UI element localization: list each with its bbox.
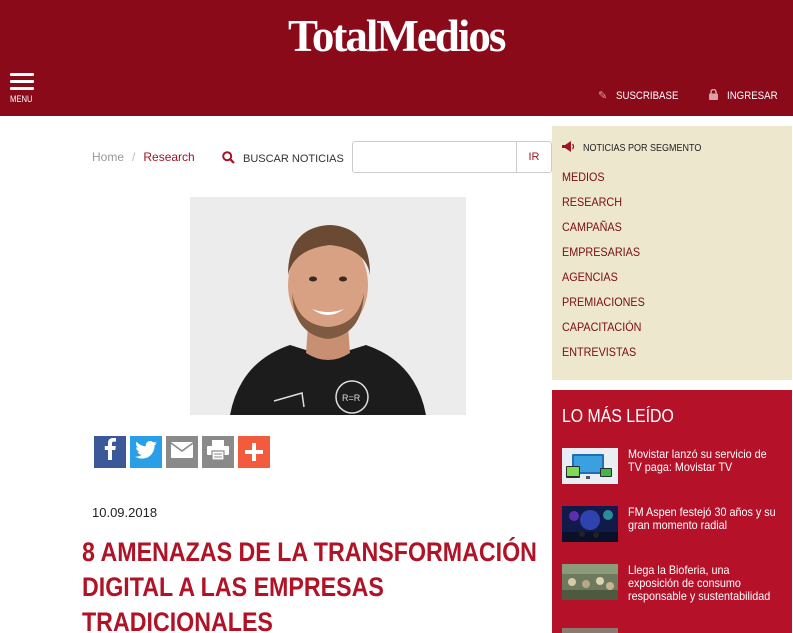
most-read-item[interactable]: Movistar lanzó su servicio de TV paga: M… [562, 448, 782, 488]
segment-item-label: EMPRESARIAS [562, 245, 641, 259]
most-read-text: Movistar lanzó su servicio de TV paga: M… [628, 447, 767, 474]
segment-item-label: CAMPAÑAS [562, 220, 622, 234]
lock-icon [709, 88, 718, 103]
article-date: 10.09.2018 [92, 505, 158, 520]
print-icon [207, 439, 229, 465]
segment-item-capacitacion[interactable]: CAPACITACIÓN [562, 318, 654, 343]
segment-item-medios[interactable]: MEDIOS [562, 168, 654, 193]
more-share-button[interactable] [238, 436, 270, 468]
site-logo[interactable]: TotalMedios [288, 14, 506, 59]
breadcrumb-home[interactable]: Home [92, 150, 124, 164]
segment-item-label: RESEARCH [562, 195, 623, 209]
article-photo: R=R [190, 197, 466, 415]
segment-item-agencias[interactable]: AGENCIAS [562, 268, 654, 293]
segment-item-label: MEDIOS [562, 170, 605, 184]
menu-label: MENU [10, 94, 33, 104]
segment-item-research[interactable]: RESEARCH [562, 193, 654, 218]
segment-item-label: CAPACITACIÓN [562, 320, 642, 334]
twitter-share-button[interactable] [130, 436, 162, 468]
share-bar [94, 436, 270, 468]
facebook-icon [103, 438, 117, 466]
article-headline: 8 AMENAZAS DE LA TRANSFORMACIÓN DIGITAL … [82, 537, 537, 633]
segment-item-premiaciones[interactable]: PREMIACIONES [562, 293, 654, 318]
most-read-item[interactable]: Llega la Bioferia, una exposición de con… [562, 564, 782, 620]
login-link[interactable]: INGRESAR [709, 88, 784, 103]
plus-icon [245, 437, 263, 468]
search-label-text: BUSCAR NOTICIAS [243, 153, 344, 165]
site-header: MENU TotalMedios ✎ SUSCRIBASE INGRESAR [0, 0, 793, 116]
email-icon [170, 441, 194, 464]
subscribe-label: SUSCRIBASE [616, 89, 679, 102]
segment-item-label: AGENCIAS [562, 270, 618, 284]
segment-box: NOTICIAS POR SEGMENTO MEDIOS RESEARCH CA… [552, 126, 792, 380]
segment-item-entrevistas[interactable]: ENTREVISTAS [562, 343, 654, 368]
segment-item-label: ENTREVISTAS [562, 345, 637, 359]
most-read-title: LO MÁS LEÍDO [562, 406, 674, 426]
hamburger-icon-bar [10, 87, 34, 90]
search-icon [222, 151, 235, 167]
print-share-button[interactable] [202, 436, 234, 468]
most-read-text: Llega la Bioferia, una exposición de con… [628, 563, 771, 603]
breadcrumb-current[interactable]: Research [143, 150, 194, 164]
search-input[interactable] [352, 141, 518, 173]
menu-button[interactable]: MENU [10, 73, 36, 107]
most-read-box: LO MÁS LEÍDO Movistar lanzó su servicio … [552, 390, 792, 633]
email-share-button[interactable] [166, 436, 198, 468]
svg-text:R=R: R=R [342, 393, 361, 403]
subscribe-link[interactable]: ✎ SUSCRIBASE [598, 89, 687, 103]
hamburger-icon-bar [10, 80, 34, 83]
most-read-text: FM Aspen festejó 30 años y su gran momen… [628, 505, 776, 532]
segment-list: MEDIOS RESEARCH CAMPAÑAS EMPRESARIAS AGE… [562, 168, 654, 368]
twitter-icon [135, 440, 157, 464]
breadcrumb-separator: / [132, 150, 136, 164]
facebook-share-button[interactable] [94, 436, 126, 468]
most-read-thumbnail [562, 448, 618, 484]
segment-title-text: NOTICIAS POR SEGMENTO [583, 142, 702, 154]
most-read-thumbnail [562, 628, 618, 633]
segment-item-label: PREMIACIONES [562, 295, 645, 309]
most-read-thumbnail [562, 564, 618, 600]
pencil-icon: ✎ [598, 90, 608, 102]
search-submit-button[interactable]: IR [516, 141, 552, 173]
megaphone-icon [562, 141, 575, 155]
most-read-item[interactable]: FM Aspen festejó 30 años y su gran momen… [562, 506, 782, 546]
most-read-item-partial[interactable] [562, 628, 782, 633]
most-read-thumbnail [562, 506, 618, 542]
search-label: BUSCAR NOTICIAS [222, 151, 344, 167]
segment-title: NOTICIAS POR SEGMENTO [562, 141, 715, 155]
breadcrumb: Home / Research [92, 150, 195, 164]
segment-item-empresarias[interactable]: EMPRESARIAS [562, 243, 654, 268]
segment-item-campanas[interactable]: CAMPAÑAS [562, 218, 654, 243]
login-label: INGRESAR [727, 90, 778, 102]
hamburger-icon [10, 73, 34, 76]
